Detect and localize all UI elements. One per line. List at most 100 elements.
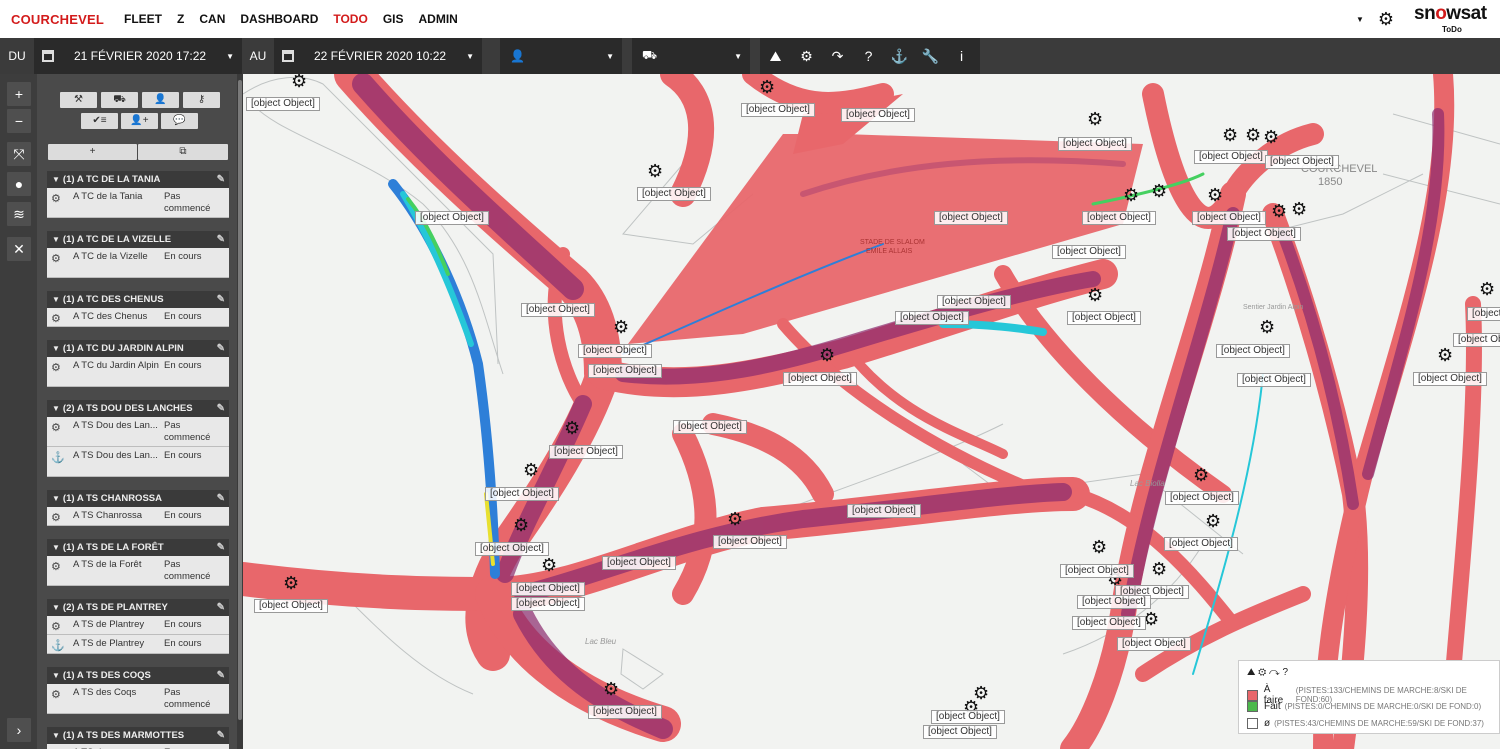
map-label[interactable]: [object Object] xyxy=(1072,616,1146,630)
map-label[interactable]: [object Object] xyxy=(847,504,921,518)
tab-key[interactable]: ⚷ xyxy=(183,92,220,108)
add-button[interactable]: + xyxy=(48,144,137,160)
collapse-caret-icon[interactable]: ▼ xyxy=(52,494,60,503)
collapse-caret-icon[interactable]: ▼ xyxy=(52,295,60,304)
map-label[interactable]: [object Object] xyxy=(841,108,915,122)
help-icon[interactable]: ? xyxy=(853,48,884,64)
map-label[interactable]: [object Object] xyxy=(923,725,997,739)
todo-item[interactable]: ⚙ A TC de la Vizelle En cours xyxy=(47,248,229,278)
layers-icon[interactable]: ≋ xyxy=(7,202,31,226)
anchor-icon[interactable]: ⚓ xyxy=(884,48,915,65)
todo-group-header[interactable]: ▼ (1) A TC DES CHENUS ✎ xyxy=(47,291,229,308)
map-label[interactable]: [object Object] xyxy=(783,372,857,386)
tab-checklist[interactable]: ✔≡ xyxy=(81,113,118,129)
lift-gear-icon[interactable]: ⚙ xyxy=(291,74,307,90)
date-from-picker[interactable]: 21 FÉVRIER 2020 17:22 ▼ xyxy=(34,38,242,74)
todo-item[interactable]: ⚙ A TS Chanrossa En cours xyxy=(47,507,229,526)
edit-pencil-icon[interactable]: ✎ xyxy=(217,542,225,553)
map-label[interactable]: [object Object] xyxy=(1227,227,1301,241)
map-view[interactable]: COURCHEVEL 1850 STADE DE SLALOM EMILE AL… xyxy=(243,74,1500,749)
collapse-caret-icon[interactable]: ▼ xyxy=(52,235,60,244)
map-label[interactable]: [object Object] xyxy=(1467,307,1500,321)
map-label[interactable]: [object Object] xyxy=(1067,311,1141,325)
lift-gear-icon[interactable]: ⚙ xyxy=(1151,560,1167,578)
map-label[interactable]: [object Object] xyxy=(1413,372,1487,386)
todo-item[interactable]: ⚓ A TS Dou des Lan... En cours xyxy=(47,447,229,477)
collapse-caret-icon[interactable]: ▼ xyxy=(52,175,60,184)
map-label[interactable]: [object Object] xyxy=(578,344,652,358)
nav-can[interactable]: CAN xyxy=(199,12,225,26)
map-label[interactable]: [object Object] xyxy=(937,295,1011,309)
collapse-caret-icon[interactable]: ▼ xyxy=(52,543,60,552)
map-label[interactable]: [object Object] xyxy=(1077,595,1151,609)
lift-gear-icon[interactable]: ⚙ xyxy=(1087,110,1103,128)
map-label[interactable]: [object Object] xyxy=(1237,373,1311,387)
todo-group-header[interactable]: ▼ (2) A TS DE PLANTREY ✎ xyxy=(47,599,229,616)
nav-fleet[interactable]: FLEET xyxy=(124,12,162,26)
map-label[interactable]: [object Object] xyxy=(475,542,549,556)
tab-comments[interactable]: 💬 xyxy=(161,113,198,129)
map-label[interactable]: [object Object] xyxy=(511,582,585,596)
nav-admin[interactable]: ADMIN xyxy=(418,12,457,26)
date-to-picker[interactable]: 22 FÉVRIER 2020 10:22 ▼ xyxy=(274,38,482,74)
tab-add-user[interactable]: 👤+ xyxy=(121,113,158,129)
gear-icon[interactable]: ⚙ xyxy=(791,48,822,65)
nav-todo[interactable]: TODO xyxy=(333,12,367,26)
lift-gear-icon[interactable]: ⚙ xyxy=(1222,126,1238,144)
todo-group-header[interactable]: ▼ (1) A TC DU JARDIN ALPIN ✎ xyxy=(47,340,229,357)
lift-gear-icon[interactable]: ⚙ xyxy=(1193,466,1209,484)
todo-item[interactable]: ⚙ A TC des Chenus En cours xyxy=(47,308,229,327)
lift-gear-icon[interactable]: ⚙ xyxy=(1205,512,1221,530)
map-label[interactable]: [object Object] xyxy=(588,705,662,719)
map-label[interactable]: [object Object] xyxy=(485,487,559,501)
edit-pencil-icon[interactable]: ✎ xyxy=(217,670,225,681)
arrow-icon[interactable]: ↷ xyxy=(822,48,853,65)
map-label[interactable]: [object Object] xyxy=(637,187,711,201)
tab-groomer[interactable]: ⛟ xyxy=(101,92,138,108)
todo-group-header[interactable]: ▼ (2) A TS DOU DES LANCHES ✎ xyxy=(47,400,229,417)
lift-gear-icon[interactable]: ⚙ xyxy=(1123,186,1139,204)
lift-gear-icon[interactable]: ⚙ xyxy=(603,680,619,698)
map-label[interactable]: [object Object] xyxy=(1164,537,1238,551)
map-label[interactable]: [object Object] xyxy=(713,535,787,549)
map-label[interactable]: [object Object] xyxy=(246,97,320,111)
lift-gear-icon[interactable]: ⚙ xyxy=(523,461,539,479)
lift-gear-icon[interactable]: ⚙ xyxy=(613,318,629,336)
todo-group-header[interactable]: ▼ (1) A TS CHANROSSA ✎ xyxy=(47,490,229,507)
map-label[interactable]: [object Object] xyxy=(1058,137,1132,151)
lift-gear-icon[interactable]: ⚙ xyxy=(1479,280,1495,298)
settings-gear-icon[interactable]: ⚙ xyxy=(1378,9,1394,30)
todo-group-header[interactable]: ▼ (1) A TS DES COQS ✎ xyxy=(47,667,229,684)
legend-row-none[interactable]: ø (PISTES:43/CHEMINS DE MARCHE:59/SKI DE … xyxy=(1247,718,1484,729)
lift-gear-icon[interactable]: ⚙ xyxy=(1437,346,1453,364)
lift-gear-icon[interactable]: ⚙ xyxy=(647,162,663,180)
map-label[interactable]: [object Object] xyxy=(549,445,623,459)
lift-gear-icon[interactable]: ⚙ xyxy=(1263,128,1279,146)
edit-pencil-icon[interactable]: ✎ xyxy=(217,234,225,245)
map-label[interactable]: [object Object] xyxy=(895,311,969,325)
lift-gear-icon[interactable]: ⚙ xyxy=(1091,538,1107,556)
tools-icon[interactable]: ✕ xyxy=(7,237,31,261)
collapse-caret-icon[interactable]: ▼ xyxy=(52,344,60,353)
map-label[interactable]: [object Object] xyxy=(931,710,1005,724)
map-label[interactable]: [object Object] xyxy=(521,303,595,317)
collapse-caret-icon[interactable]: ▼ xyxy=(52,671,60,680)
lift-gear-icon[interactable]: ⚙ xyxy=(819,346,835,364)
nav-dashboard[interactable]: DASHBOARD xyxy=(240,12,318,26)
map-label[interactable]: [object Object] xyxy=(1052,245,1126,259)
lift-gear-icon[interactable]: ⚙ xyxy=(1245,126,1261,144)
map-label[interactable]: [object Object] xyxy=(741,103,815,117)
lift-gear-icon[interactable]: ⚙ xyxy=(1259,318,1275,336)
todo-item[interactable]: ⚙A TS desEn cours xyxy=(47,744,229,749)
globe-icon[interactable]: ● xyxy=(7,172,31,196)
edit-pencil-icon[interactable]: ✎ xyxy=(217,403,225,414)
copy-button[interactable]: ⧉ xyxy=(138,144,228,160)
map-label[interactable]: [object Object] xyxy=(1165,491,1239,505)
lift-gear-icon[interactable]: ⚙ xyxy=(1087,286,1103,304)
todo-group-header[interactable]: ▼ (1) A TC DE LA TANIA ✎ xyxy=(47,171,229,188)
todo-item[interactable]: ⚓ A TS de Plantrey En cours xyxy=(47,635,229,654)
todo-group-header[interactable]: ▼ (1) A TC DE LA VIZELLE ✎ xyxy=(47,231,229,248)
map-label[interactable]: [object Object] xyxy=(1082,211,1156,225)
todo-item[interactable]: ⚙ A TS de la Forêt Pas commencé xyxy=(47,556,229,586)
map-label[interactable]: [object Object] xyxy=(1194,150,1268,164)
